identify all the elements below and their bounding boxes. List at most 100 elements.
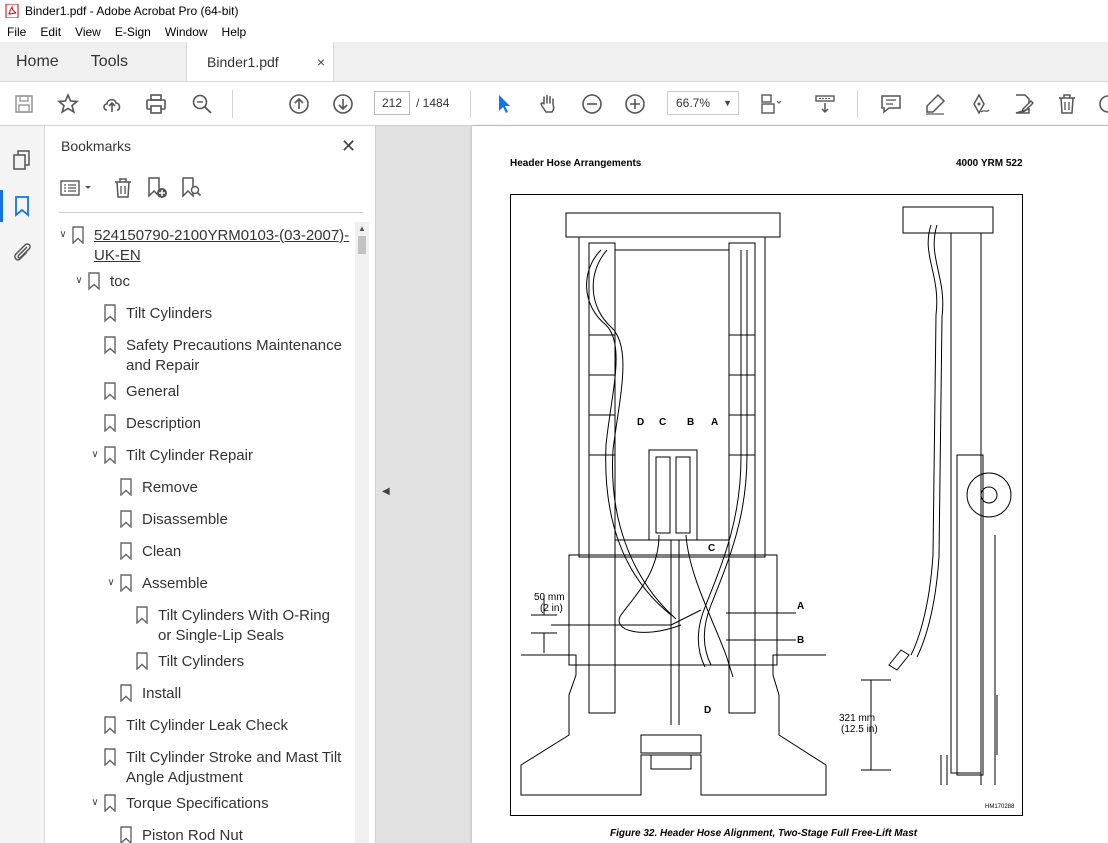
- bookmark-icon: [104, 336, 116, 354]
- panel-divider: [59, 212, 363, 213]
- tab-bar: Home Tools Binder1.pdf ×: [0, 42, 1108, 82]
- hand-tool-icon[interactable]: [536, 92, 560, 116]
- zoom-search-icon[interactable]: [190, 92, 214, 116]
- callout-label-c: C: [708, 543, 716, 554]
- attachments-paperclip-icon[interactable]: [10, 240, 34, 264]
- bookmark-item[interactable]: ∨ 524150790-2100YRM0103-(03-2007)- UK-EN: [55, 226, 349, 266]
- chevron-down-icon[interactable]: ∨: [55, 229, 71, 240]
- bookmark-icon: [120, 574, 132, 592]
- delete-trash-icon[interactable]: [1055, 92, 1079, 116]
- bookmark-item[interactable]: Disassemble: [119, 510, 228, 530]
- bookmark-icon: [72, 226, 84, 244]
- scroll-up-arrow-icon[interactable]: ▲: [358, 224, 366, 233]
- menu-view[interactable]: View: [68, 25, 108, 39]
- chevron-down-icon[interactable]: ∨: [87, 449, 103, 460]
- bookmark-item[interactable]: Safety Precautions Maintenance and Repair: [103, 336, 342, 376]
- menu-file[interactable]: File: [0, 25, 33, 39]
- mast-hose-diagram: D C B A C A B D 50 mm (2 in) 321 mm (12.…: [510, 194, 1023, 816]
- zoom-in-icon[interactable]: [623, 92, 647, 116]
- bookmark-item[interactable]: Tilt Cylinders: [103, 304, 212, 324]
- highlight-pen-icon[interactable]: [923, 92, 947, 116]
- navigation-rail: [0, 126, 45, 843]
- document-viewer: ◀ Header Hose Arrangements 4000 YRM 522: [376, 126, 1108, 843]
- figure-caption: Figure 32. Header Hose Alignment, Two-St…: [610, 828, 918, 839]
- bookmark-icon: [120, 684, 132, 702]
- page-total: / 1484: [416, 96, 450, 110]
- tab-document-label: Binder1.pdf: [207, 53, 279, 70]
- bookmarks-panel: Bookmarks ✕ ∨ 524150790-2100YRM0103-(03-…: [45, 126, 376, 843]
- bookmark-item[interactable]: ∨ toc: [71, 272, 130, 292]
- dimension-50mm: 50 mm: [534, 592, 565, 603]
- bookmark-icon: [120, 478, 132, 496]
- bookmark-icon: [104, 446, 116, 464]
- bookmark-item[interactable]: Tilt Cylinders With O-Ring or Single-Lip …: [135, 606, 330, 646]
- more-tools-icon[interactable]: [1096, 92, 1108, 116]
- new-bookmark-icon[interactable]: [145, 176, 169, 200]
- tab-close-icon[interactable]: ×: [317, 54, 325, 70]
- select-cursor-icon[interactable]: [492, 92, 516, 116]
- tab-document[interactable]: Binder1.pdf ×: [186, 42, 335, 81]
- delete-bookmark-icon[interactable]: [111, 176, 135, 200]
- chevron-down-icon: ▼: [723, 98, 732, 108]
- bookmark-label: toc: [110, 273, 131, 290]
- bookmark-label: Remove: [142, 479, 198, 496]
- zoom-level-select[interactable]: 66.7% ▼: [667, 91, 739, 115]
- menu-bar: File Edit View E-Sign Window Help: [0, 22, 1108, 42]
- bookmark-label: Tilt Cylinder Repair: [126, 447, 253, 464]
- bookmark-item[interactable]: General: [103, 382, 179, 402]
- find-bookmark-icon[interactable]: [179, 176, 203, 200]
- next-page-icon[interactable]: [331, 92, 355, 116]
- bookmark-item[interactable]: Description: [103, 414, 201, 434]
- bookmark-item[interactable]: ∨ Tilt Cylinder Repair: [87, 446, 253, 466]
- bookmark-item[interactable]: Tilt Cylinders: [135, 652, 244, 672]
- tab-tools[interactable]: Tools: [75, 42, 144, 81]
- page-header-title: Header Hose Arrangements: [510, 158, 642, 169]
- bookmark-label: Torque Specifications: [126, 795, 269, 812]
- callout-label-b: B: [797, 635, 805, 646]
- previous-page-icon[interactable]: [287, 92, 311, 116]
- bookmark-item[interactable]: Install: [119, 684, 181, 704]
- menu-help[interactable]: Help: [215, 25, 254, 39]
- bookmark-label: Safety Precautions Maintenance and Repair: [126, 337, 342, 374]
- bookmark-options-menu-icon[interactable]: [59, 176, 91, 200]
- zoom-out-icon[interactable]: [580, 92, 604, 116]
- menu-window[interactable]: Window: [158, 25, 215, 39]
- bookmark-icon: [120, 826, 132, 843]
- scrollbar-thumb[interactable]: [358, 236, 366, 254]
- bookmark-icon: [136, 652, 148, 670]
- page-thumbnails-icon[interactable]: [10, 148, 34, 172]
- edit-pdf-icon[interactable]: [1011, 92, 1035, 116]
- bookmark-label: Tilt Cylinders: [158, 653, 245, 670]
- callout-label-b: B: [687, 417, 695, 428]
- page-number-input[interactable]: 212: [374, 91, 410, 115]
- bookmarks-scrollbar[interactable]: ▲: [355, 222, 369, 843]
- comment-icon[interactable]: [879, 92, 903, 116]
- bookmark-icon: [120, 542, 132, 560]
- bookmark-item[interactable]: Remove: [119, 478, 198, 498]
- tab-home[interactable]: Home: [0, 42, 75, 81]
- menu-esign[interactable]: E-Sign: [108, 25, 158, 39]
- menu-edit[interactable]: Edit: [33, 25, 68, 39]
- bookmark-item[interactable]: ∨ Torque Specifications: [87, 794, 269, 814]
- scroll-mode-icon[interactable]: [813, 92, 837, 116]
- chevron-down-icon[interactable]: ∨: [87, 797, 103, 808]
- bookmark-item[interactable]: ∨ Assemble: [103, 574, 208, 594]
- save-icon[interactable]: [12, 92, 36, 116]
- close-panel-icon[interactable]: ✕: [341, 136, 356, 157]
- bookmark-item[interactable]: Piston Rod Nut: [119, 826, 243, 843]
- collapse-panel-arrow-icon[interactable]: ◀: [382, 486, 390, 497]
- chevron-down-icon[interactable]: ∨: [103, 577, 119, 588]
- bookmark-item[interactable]: Tilt Cylinder Stroke and Mast Tilt Angle …: [103, 748, 341, 788]
- page-display-icon[interactable]: [758, 92, 782, 116]
- bookmark-label: Tilt Cylinders With O-Ring or Single-Lip …: [158, 607, 330, 644]
- print-icon[interactable]: [144, 92, 168, 116]
- mast-line-drawing: [520, 206, 1012, 796]
- chevron-down-icon[interactable]: ∨: [71, 275, 87, 286]
- pdf-page: Header Hose Arrangements 4000 YRM 522 D …: [472, 126, 1108, 843]
- bookmarks-panel-icon[interactable]: [0, 190, 34, 222]
- bookmark-item[interactable]: Clean: [119, 542, 181, 562]
- star-bookmark-icon[interactable]: [56, 92, 80, 116]
- bookmark-item[interactable]: Tilt Cylinder Leak Check: [103, 716, 288, 736]
- draw-pen-icon[interactable]: [967, 92, 991, 116]
- upload-cloud-icon[interactable]: [100, 92, 124, 116]
